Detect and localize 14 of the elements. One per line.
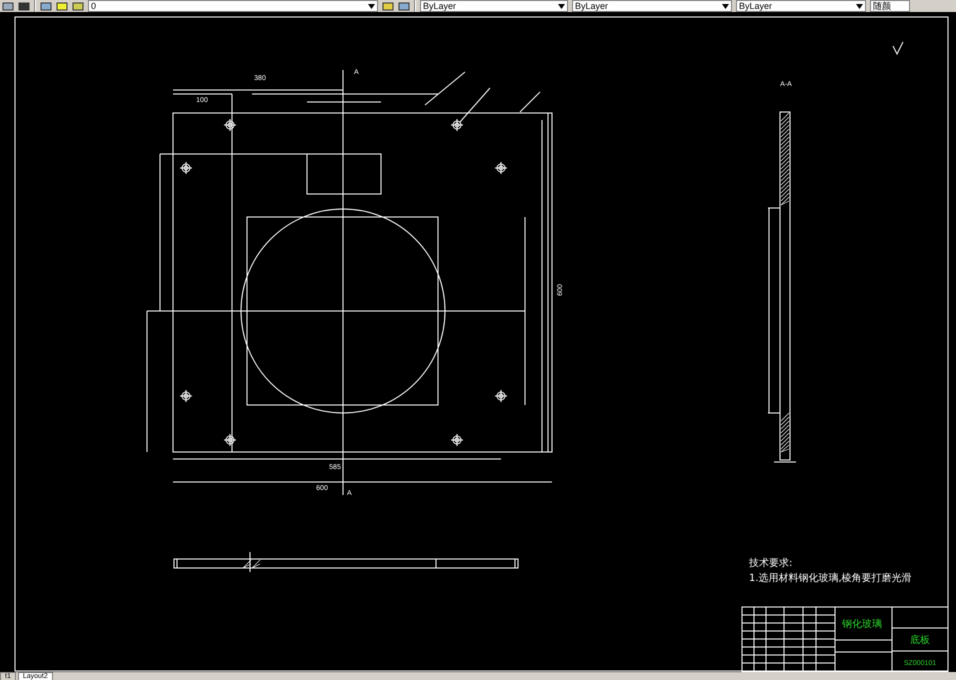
notes-title: 技术要求: (749, 558, 792, 569)
caret-icon (722, 4, 729, 8)
caret-icon (558, 4, 565, 8)
plot-style-dropdown[interactable]: 随颜 (870, 0, 910, 12)
part-name-text: 底板 (910, 635, 930, 646)
notes-text: 1.选用材料钢化玻璃,棱角要打磨光滑 (749, 573, 912, 584)
roughness-symbol-icon (892, 42, 904, 56)
layer-dropdown[interactable]: 0 (88, 0, 378, 12)
color-dropdown[interactable]: ByLayer (420, 0, 568, 12)
lineweight-dropdown[interactable]: ByLayer (736, 0, 866, 12)
material-text: 钢化玻璃 (842, 619, 882, 630)
caret-icon (856, 4, 863, 8)
caret-icon (368, 4, 375, 8)
linetype-dropdown[interactable]: ByLayer (572, 0, 732, 12)
